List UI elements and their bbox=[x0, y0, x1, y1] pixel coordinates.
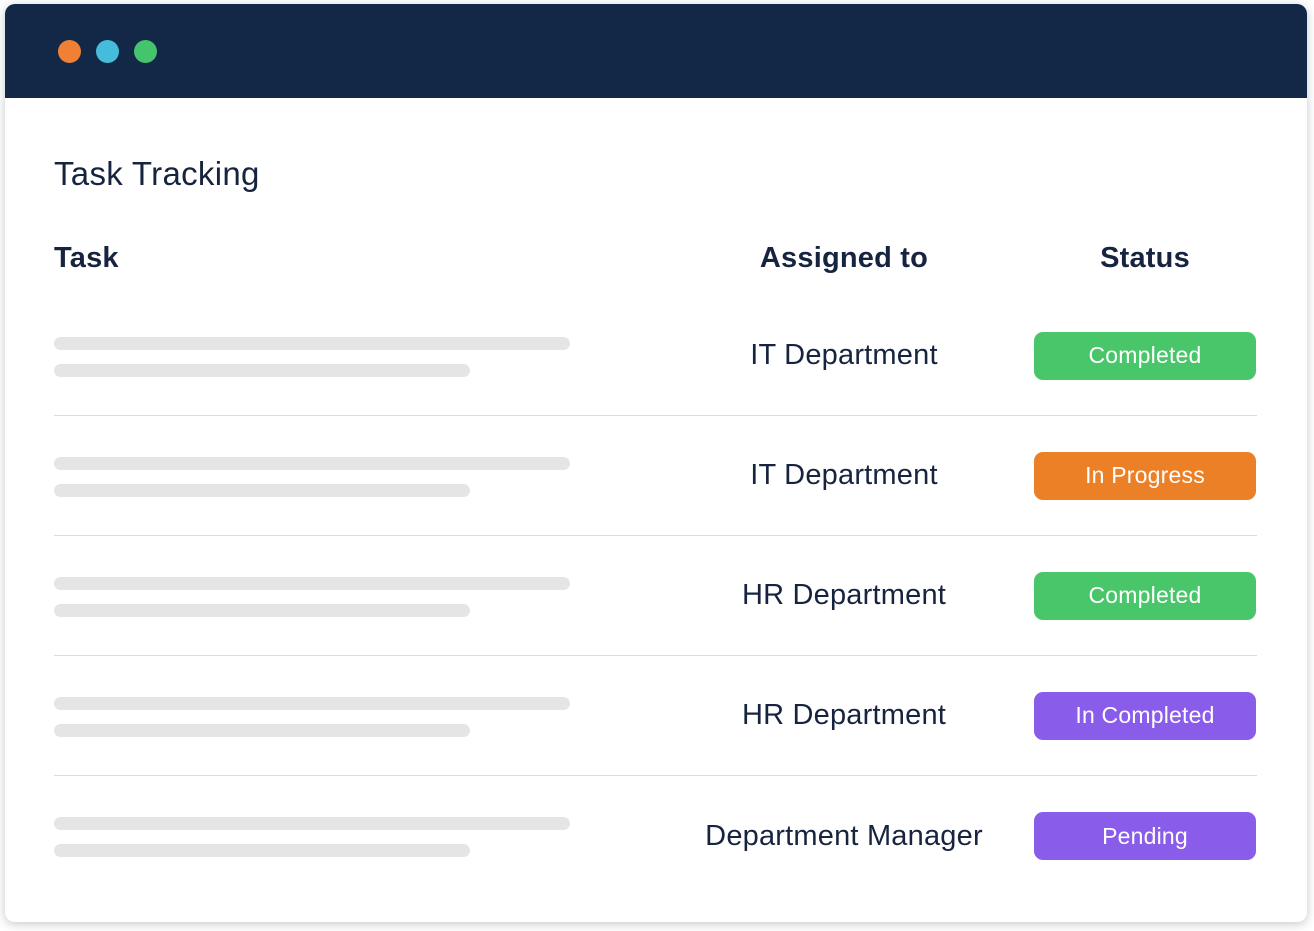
cell-assigned-to: IT Department bbox=[750, 339, 938, 371]
cell-status: In Completed bbox=[1034, 691, 1256, 740]
task-placeholder-line-short bbox=[54, 723, 470, 737]
task-placeholder-line-short bbox=[54, 603, 470, 617]
cell-task bbox=[54, 815, 654, 857]
column-header-status: Status bbox=[1100, 241, 1190, 274]
cell-status: Pending bbox=[1034, 812, 1256, 860]
cell-assigned-to: HR Department bbox=[741, 699, 947, 731]
window-title-bar bbox=[5, 4, 1307, 98]
maximize-button[interactable] bbox=[134, 39, 157, 63]
cell-assigned-to: Department Manager bbox=[705, 819, 983, 852]
table-row[interactable]: IT Department In Progress bbox=[54, 416, 1257, 536]
status-badge[interactable]: Completed bbox=[1034, 331, 1256, 380]
task-placeholder-line-short bbox=[54, 363, 470, 377]
task-placeholder-line-short bbox=[54, 844, 470, 857]
task-placeholder-line-long bbox=[54, 696, 570, 710]
table-body: IT Department Completed IT Department In… bbox=[54, 296, 1257, 896]
cell-status: Completed bbox=[1034, 571, 1256, 620]
page-title: Task Tracking bbox=[54, 155, 260, 192]
status-badge[interactable]: Completed bbox=[1034, 571, 1256, 620]
window-content: Task Tracking Task Assigned to Status IT… bbox=[5, 98, 1307, 922]
cell-status: Completed bbox=[1034, 331, 1256, 380]
task-placeholder-line-long bbox=[54, 817, 570, 830]
status-badge[interactable]: In Completed bbox=[1034, 691, 1256, 740]
task-placeholder-line-long bbox=[54, 456, 570, 470]
cell-assigned-to: HR Department bbox=[741, 579, 947, 611]
cell-task bbox=[54, 455, 654, 497]
task-placeholder-line-long bbox=[54, 576, 570, 590]
app-window: Task Tracking Task Assigned to Status IT… bbox=[5, 4, 1307, 922]
task-placeholder-line-short bbox=[54, 483, 470, 497]
column-header-assigned-to: Assigned to bbox=[759, 241, 929, 274]
task-tracking-table: Task Assigned to Status IT Department Co… bbox=[54, 234, 1257, 896]
close-button[interactable] bbox=[58, 39, 81, 63]
status-badge[interactable]: Pending bbox=[1034, 812, 1256, 860]
cell-status: In Progress bbox=[1034, 451, 1256, 500]
cell-assigned-to: IT Department bbox=[750, 459, 938, 491]
table-row[interactable]: IT Department Completed bbox=[54, 296, 1257, 416]
table-row[interactable]: HR Department In Completed bbox=[54, 656, 1257, 776]
window-controls bbox=[58, 39, 157, 63]
table-header-row: Task Assigned to Status bbox=[54, 234, 1257, 282]
minimize-button[interactable] bbox=[96, 39, 119, 63]
table-row[interactable]: Department Manager Pending bbox=[54, 776, 1257, 896]
cell-task bbox=[54, 575, 654, 617]
task-placeholder-line-long bbox=[54, 336, 570, 350]
table-row[interactable]: HR Department Completed bbox=[54, 536, 1257, 656]
cell-task bbox=[54, 695, 654, 737]
column-header-task: Task bbox=[54, 241, 119, 274]
cell-task bbox=[54, 335, 654, 377]
status-badge[interactable]: In Progress bbox=[1034, 451, 1256, 500]
